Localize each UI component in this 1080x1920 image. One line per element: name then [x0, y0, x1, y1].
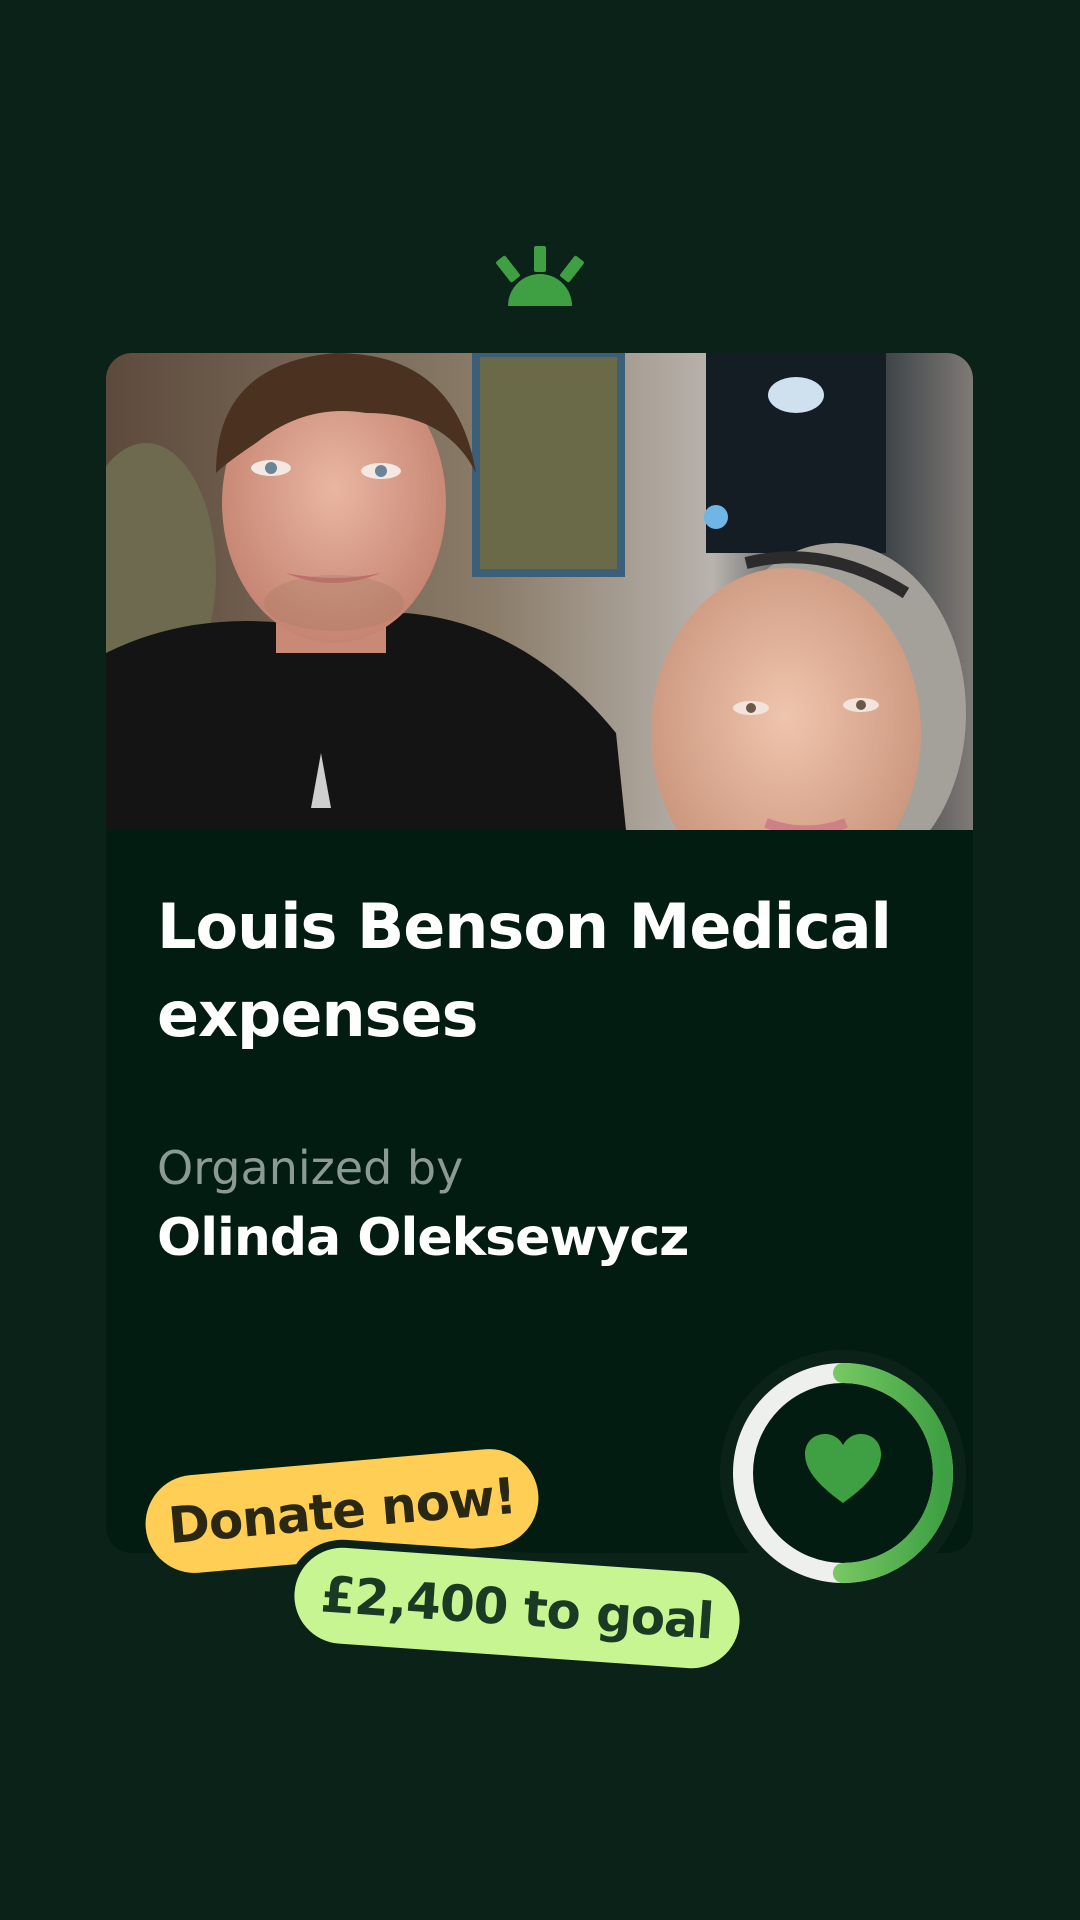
organized-by-label: Organized by [157, 1141, 464, 1195]
donation-progress-ring [720, 1350, 966, 1596]
fundraiser-title: Louis Benson Medical expenses [157, 890, 892, 1051]
organizer-name: Olinda Oleksewycz [157, 1208, 689, 1268]
goal-sticker: £2,400 to goal [282, 1536, 752, 1680]
fundraiser-photo [106, 353, 973, 830]
goal-amount-text: £2,400 to goal [291, 1544, 743, 1672]
sunrise-logo-icon [496, 246, 584, 306]
